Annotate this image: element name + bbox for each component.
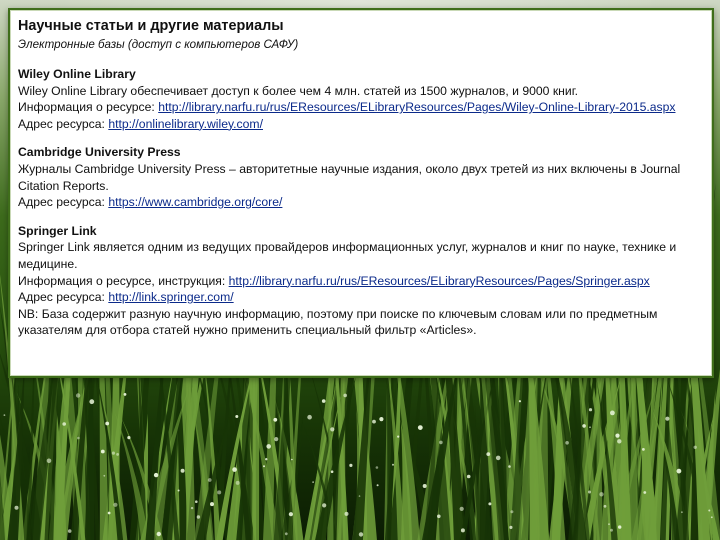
info-label: Информация о ресурсе: <box>18 100 159 115</box>
cambridge-address-link[interactable]: https://www.cambridge.org/core/ <box>108 195 282 209</box>
section-heading: Cambridge University Press <box>18 145 181 160</box>
section-description: Журналы Cambridge University Press – авт… <box>18 161 681 193</box>
resource-address-line: Адрес ресурса: https://www.cambridge.org… <box>18 194 704 211</box>
section-cambridge: Cambridge University Press Журналы Cambr… <box>18 144 704 210</box>
resource-address-line: Адрес ресурса: http://link.springer.com/ <box>18 289 704 306</box>
resource-info-line: Информация о ресурсе: http://library.nar… <box>18 99 704 116</box>
info-label: Информация о ресурсе, инструкция: <box>18 273 229 288</box>
section-wiley: Wiley Online Library Wiley Online Librar… <box>18 66 704 132</box>
wiley-info-link[interactable]: http://library.narfu.ru/rus/EResources/E… <box>158 100 675 114</box>
wiley-address-link[interactable]: http://onlinelibrary.wiley.com/ <box>108 117 263 131</box>
springer-address-link[interactable]: http://link.springer.com/ <box>108 290 233 304</box>
address-label: Адрес ресурса: <box>18 116 109 131</box>
note-text: NB: База содержит разную научную информа… <box>18 306 658 338</box>
address-label: Адрес ресурса: <box>18 290 109 305</box>
resource-info-line: Информация о ресурсе, инструкция: http:/… <box>18 273 704 290</box>
section-heading: Springer Link <box>18 223 97 238</box>
page-subtitle: Электронные базы (доступ с компьютеров С… <box>18 38 299 51</box>
resource-address-line: Адрес ресурса: http://onlinelibrary.wile… <box>18 116 704 133</box>
section-heading: Wiley Online Library <box>18 67 136 81</box>
springer-info-link[interactable]: http://library.narfu.ru/rus/EResources/E… <box>229 274 650 288</box>
section-springer: Springer Link Springer Link является одн… <box>18 223 704 339</box>
address-label: Адрес ресурса: <box>18 195 109 210</box>
section-description: Wiley Online Library обеспечивает доступ… <box>18 83 579 98</box>
page-title: Научные статьи и другие материалы <box>18 18 284 34</box>
section-description: Springer Link является одним из ведущих … <box>18 240 677 271</box>
content-panel: Научные статьи и другие материалы Электр… <box>8 8 714 378</box>
